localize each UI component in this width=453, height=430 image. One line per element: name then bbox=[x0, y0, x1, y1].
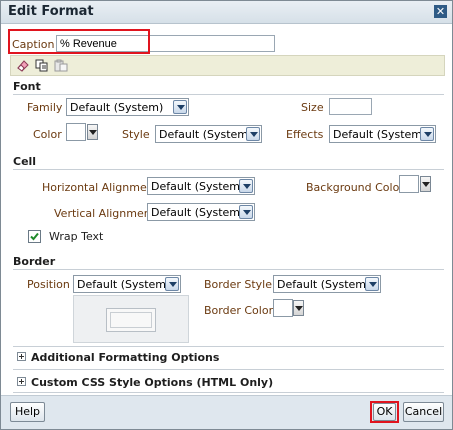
border-color-dropdown-icon[interactable] bbox=[293, 300, 304, 316]
style-select-value: Default (System) bbox=[159, 128, 253, 141]
style-select[interactable]: Default (System) bbox=[155, 125, 262, 143]
position-label: Position bbox=[27, 278, 70, 291]
border-style-value: Default (System) bbox=[277, 278, 371, 291]
size-label: Size bbox=[301, 101, 324, 114]
paste-icon[interactable] bbox=[54, 59, 68, 72]
effects-select[interactable]: Default (System) bbox=[329, 125, 436, 143]
chevron-down-icon[interactable] bbox=[246, 127, 260, 141]
expand-plus-icon[interactable] bbox=[17, 352, 26, 361]
dialog-title: Edit Format bbox=[8, 4, 94, 19]
chevron-down-icon[interactable] bbox=[239, 205, 253, 219]
family-label: Family bbox=[27, 101, 63, 114]
horizontal-alignment-value: Default (System) bbox=[151, 180, 245, 193]
horizontal-alignment-label: Horizontal Alignment bbox=[42, 181, 159, 194]
caption-toolbar bbox=[10, 55, 445, 76]
border-style-label: Border Style bbox=[204, 278, 273, 291]
cell-section-title: Cell bbox=[13, 155, 37, 168]
position-select[interactable]: Default (System) bbox=[73, 275, 181, 293]
horizontal-alignment-select[interactable]: Default (System) bbox=[147, 177, 255, 195]
edit-format-dialog: Edit Format ✕ Caption Font Family Defaul… bbox=[0, 0, 453, 430]
vertical-alignment-label: Vertical Alignment bbox=[54, 207, 156, 220]
border-preview[interactable] bbox=[73, 295, 189, 343]
chevron-down-icon[interactable] bbox=[165, 277, 179, 291]
chevron-down-icon[interactable] bbox=[239, 179, 253, 193]
copy-icon[interactable] bbox=[35, 59, 49, 72]
border-color-label: Border Color bbox=[204, 304, 274, 317]
style-label: Style bbox=[122, 128, 150, 141]
font-color-dropdown-icon[interactable] bbox=[87, 124, 98, 140]
additional-formatting-toggle[interactable]: Additional Formatting Options bbox=[31, 351, 219, 364]
close-icon[interactable]: ✕ bbox=[434, 5, 447, 18]
border-preview-cell[interactable] bbox=[106, 308, 156, 332]
wrap-text-label: Wrap Text bbox=[49, 230, 104, 243]
border-divider bbox=[13, 269, 444, 270]
border-style-select[interactable]: Default (System) bbox=[273, 275, 381, 293]
ok-highlight-box bbox=[370, 401, 399, 423]
chevron-down-icon[interactable] bbox=[173, 100, 187, 114]
caption-highlight-box bbox=[8, 29, 150, 54]
cancel-button[interactable]: Cancel bbox=[403, 402, 444, 422]
section-divider bbox=[13, 346, 444, 347]
vertical-alignment-select[interactable]: Default (System) bbox=[147, 203, 255, 221]
position-select-value: Default (System) bbox=[77, 278, 171, 291]
vertical-alignment-value: Default (System) bbox=[151, 206, 245, 219]
border-color-swatch[interactable] bbox=[273, 299, 293, 317]
effects-label: Effects bbox=[286, 128, 324, 141]
section-divider bbox=[13, 369, 444, 370]
font-divider bbox=[13, 94, 444, 95]
eraser-icon[interactable] bbox=[16, 59, 30, 72]
expand-plus-icon[interactable] bbox=[17, 377, 26, 386]
font-color-swatch[interactable] bbox=[66, 123, 86, 141]
font-section-title: Font bbox=[13, 80, 41, 93]
size-input[interactable] bbox=[329, 98, 372, 115]
section-divider bbox=[13, 392, 444, 393]
checkmark-icon bbox=[30, 232, 39, 241]
wrap-text-checkbox[interactable] bbox=[28, 230, 41, 243]
chevron-down-icon[interactable] bbox=[420, 127, 434, 141]
family-select[interactable]: Default (System) bbox=[66, 98, 189, 116]
family-select-value: Default (System) bbox=[70, 101, 164, 114]
border-section-title: Border bbox=[13, 255, 56, 268]
effects-select-value: Default (System) bbox=[333, 128, 427, 141]
cell-divider bbox=[13, 169, 444, 170]
custom-css-toggle[interactable]: Custom CSS Style Options (HTML Only) bbox=[31, 376, 273, 389]
background-color-label: Background Color bbox=[306, 181, 404, 194]
background-color-dropdown-icon[interactable] bbox=[420, 176, 431, 192]
color-label: Color bbox=[33, 128, 62, 141]
background-color-swatch[interactable] bbox=[399, 175, 419, 193]
help-button[interactable]: Help bbox=[10, 402, 45, 422]
chevron-down-icon[interactable] bbox=[365, 277, 379, 291]
title-bar[interactable]: Edit Format ✕ bbox=[1, 1, 452, 24]
